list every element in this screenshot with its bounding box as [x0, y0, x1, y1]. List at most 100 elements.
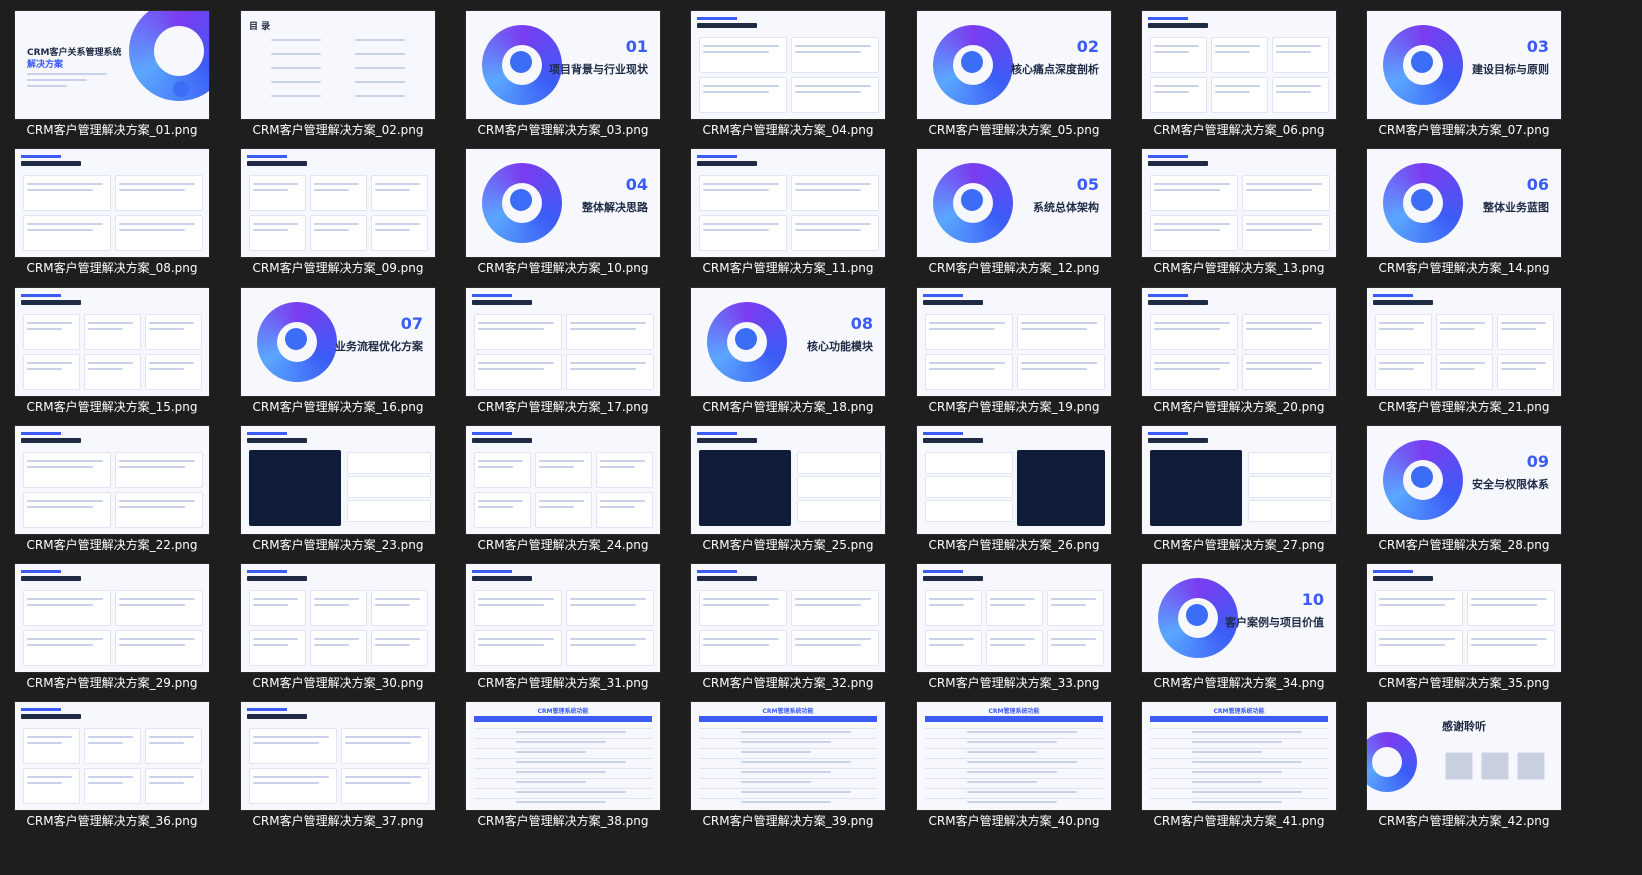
file-item[interactable]: CRM管理系统功能 CRM客户管理解决方案_41.png: [1141, 691, 1337, 831]
slide-header-accent: [1373, 294, 1413, 297]
slide-header-accent: [923, 432, 963, 435]
file-item[interactable]: CRM客户管理解决方案_20.png: [1141, 277, 1337, 417]
card-text-line: [1154, 328, 1220, 330]
file-item[interactable]: 10 客户案例与项目价值 CRM客户管理解决方案_34.png: [1141, 553, 1337, 693]
file-thumbnail[interactable]: [14, 287, 210, 397]
file-thumbnail[interactable]: CRM管理系统功能: [1141, 701, 1337, 811]
card-text-line: [929, 362, 1005, 364]
card-text-line: [1246, 368, 1312, 370]
file-thumbnail[interactable]: [916, 287, 1112, 397]
card-text-line: [1154, 91, 1189, 93]
file-item[interactable]: CRM客户管理解决方案_11.png: [690, 138, 886, 278]
file-item[interactable]: 02 核心痛点深度剖析 CRM客户管理解决方案_05.png: [916, 0, 1112, 140]
file-item[interactable]: CRM客户管理解决方案_22.png: [14, 415, 210, 555]
file-item[interactable]: 感谢聆听 CRM客户管理解决方案_42.png: [1366, 691, 1562, 831]
file-item[interactable]: 08 核心功能模块 CRM客户管理解决方案_18.png: [690, 277, 886, 417]
file-item[interactable]: CRM客户管理解决方案_04.png: [690, 0, 886, 140]
file-item[interactable]: CRM客户管理解决方案_08.png: [14, 138, 210, 278]
file-thumbnail[interactable]: [1141, 10, 1337, 120]
file-item[interactable]: CRM客户管理解决方案_17.png: [465, 277, 661, 417]
file-thumbnail[interactable]: [916, 425, 1112, 535]
content-card: [699, 590, 787, 626]
card-text-line: [600, 466, 635, 468]
file-thumbnail[interactable]: [240, 148, 436, 258]
file-item[interactable]: CRM客户管理解决方案_37.png: [240, 691, 436, 831]
file-item[interactable]: CRM客户管理解决方案_32.png: [690, 553, 886, 693]
file-item[interactable]: CRM客户管理解决方案_06.png: [1141, 0, 1337, 140]
file-item[interactable]: CRM客户管理解决方案_23.png: [240, 415, 436, 555]
file-thumbnail[interactable]: CRM管理系统功能: [690, 701, 886, 811]
file-item[interactable]: CRM管理系统功能 CRM客户管理解决方案_38.png: [465, 691, 661, 831]
file-item[interactable]: CRM管理系统功能 CRM客户管理解决方案_40.png: [916, 691, 1112, 831]
file-item[interactable]: CRM客户管理解决方案_33.png: [916, 553, 1112, 693]
file-item[interactable]: CRM客户管理解决方案_30.png: [240, 553, 436, 693]
card-text-line: [27, 362, 72, 364]
file-item[interactable]: CRM客户管理解决方案_29.png: [14, 553, 210, 693]
file-thumbnail[interactable]: [465, 425, 661, 535]
card-text-line: [600, 506, 635, 508]
table-cell-text: [516, 751, 586, 753]
file-item[interactable]: CRM客户管理解决方案_13.png: [1141, 138, 1337, 278]
file-item[interactable]: 05 系统总体架构 CRM客户管理解决方案_12.png: [916, 138, 1112, 278]
file-item[interactable]: CRM客户管理解决方案_19.png: [916, 277, 1112, 417]
file-thumbnail[interactable]: CRM管理系统功能: [465, 701, 661, 811]
file-item[interactable]: CRM客户管理解决方案_21.png: [1366, 277, 1562, 417]
section-dot: [1411, 51, 1433, 73]
file-item[interactable]: 目 录 CRM客户管理解决方案_02.png: [240, 0, 436, 140]
file-thumbnail[interactable]: 02 核心痛点深度剖析: [916, 10, 1112, 120]
file-item[interactable]: 07 业务流程优化方案 CRM客户管理解决方案_16.png: [240, 277, 436, 417]
file-thumbnail[interactable]: 感谢聆听: [1366, 701, 1562, 811]
file-thumbnail[interactable]: [14, 425, 210, 535]
file-thumbnail[interactable]: [1141, 287, 1337, 397]
file-thumbnail[interactable]: [1141, 148, 1337, 258]
file-thumbnail[interactable]: 03 建设目标与原则: [1366, 10, 1562, 120]
file-thumbnail[interactable]: [690, 425, 886, 535]
file-thumbnail[interactable]: [1366, 287, 1562, 397]
content-card: [1248, 452, 1332, 474]
file-thumbnail[interactable]: [240, 425, 436, 535]
file-thumbnail[interactable]: [240, 701, 436, 811]
file-thumbnail[interactable]: [14, 563, 210, 673]
file-item[interactable]: CRM客户管理解决方案_36.png: [14, 691, 210, 831]
content-card: [249, 175, 306, 211]
file-thumbnail[interactable]: [1366, 563, 1562, 673]
slide-header-accent: [247, 570, 287, 573]
file-thumbnail[interactable]: [240, 563, 436, 673]
file-item[interactable]: CRM客户管理解决方案_27.png: [1141, 415, 1337, 555]
file-thumbnail[interactable]: 目 录: [240, 10, 436, 120]
file-item[interactable]: CRM客户管理解决方案_24.png: [465, 415, 661, 555]
file-item[interactable]: CRM客户管理解决方案_09.png: [240, 138, 436, 278]
file-thumbnail[interactable]: 06 整体业务蓝图: [1366, 148, 1562, 258]
file-item[interactable]: 01 项目背景与行业现状 CRM客户管理解决方案_03.png: [465, 0, 661, 140]
file-thumbnail[interactable]: [465, 287, 661, 397]
file-thumbnail[interactable]: [14, 701, 210, 811]
file-item[interactable]: 04 整体解决思路 CRM客户管理解决方案_10.png: [465, 138, 661, 278]
file-item[interactable]: 09 安全与权限体系 CRM客户管理解决方案_28.png: [1366, 415, 1562, 555]
file-thumbnail[interactable]: [690, 563, 886, 673]
file-thumbnail[interactable]: [14, 148, 210, 258]
file-item[interactable]: CRM客户管理解决方案_35.png: [1366, 553, 1562, 693]
file-item[interactable]: 03 建设目标与原则 CRM客户管理解决方案_07.png: [1366, 0, 1562, 140]
file-thumbnail[interactable]: 04 整体解决思路: [465, 148, 661, 258]
file-thumbnail[interactable]: 10 客户案例与项目价值: [1141, 563, 1337, 673]
file-thumbnail[interactable]: 09 安全与权限体系: [1366, 425, 1562, 535]
file-thumbnail[interactable]: [465, 563, 661, 673]
file-thumbnail[interactable]: [690, 148, 886, 258]
file-thumbnail[interactable]: 08 核心功能模块: [690, 287, 886, 397]
file-thumbnail[interactable]: 05 系统总体架构: [916, 148, 1112, 258]
file-item[interactable]: CRM客户管理解决方案_31.png: [465, 553, 661, 693]
file-thumbnail[interactable]: CRM管理系统功能: [916, 701, 1112, 811]
file-thumbnail[interactable]: CRM客户关系管理系统 解决方案: [14, 10, 210, 120]
file-item[interactable]: 06 整体业务蓝图 CRM客户管理解决方案_14.png: [1366, 138, 1562, 278]
file-item[interactable]: CRM管理系统功能 CRM客户管理解决方案_39.png: [690, 691, 886, 831]
file-item[interactable]: CRM客户管理解决方案_15.png: [14, 277, 210, 417]
file-item[interactable]: CRM客户管理解决方案_25.png: [690, 415, 886, 555]
file-thumbnail[interactable]: 01 项目背景与行业现状: [465, 10, 661, 120]
file-thumbnail[interactable]: [690, 10, 886, 120]
file-item[interactable]: CRM客户管理解决方案_26.png: [916, 415, 1112, 555]
file-thumbnail[interactable]: [916, 563, 1112, 673]
file-thumbnail[interactable]: 07 业务流程优化方案: [240, 287, 436, 397]
file-thumbnail[interactable]: [1141, 425, 1337, 535]
file-item[interactable]: CRM客户关系管理系统 解决方案 CRM客户管理解决方案_01.png: [14, 0, 210, 140]
thanks-ring-graphic: [1367, 732, 1417, 792]
